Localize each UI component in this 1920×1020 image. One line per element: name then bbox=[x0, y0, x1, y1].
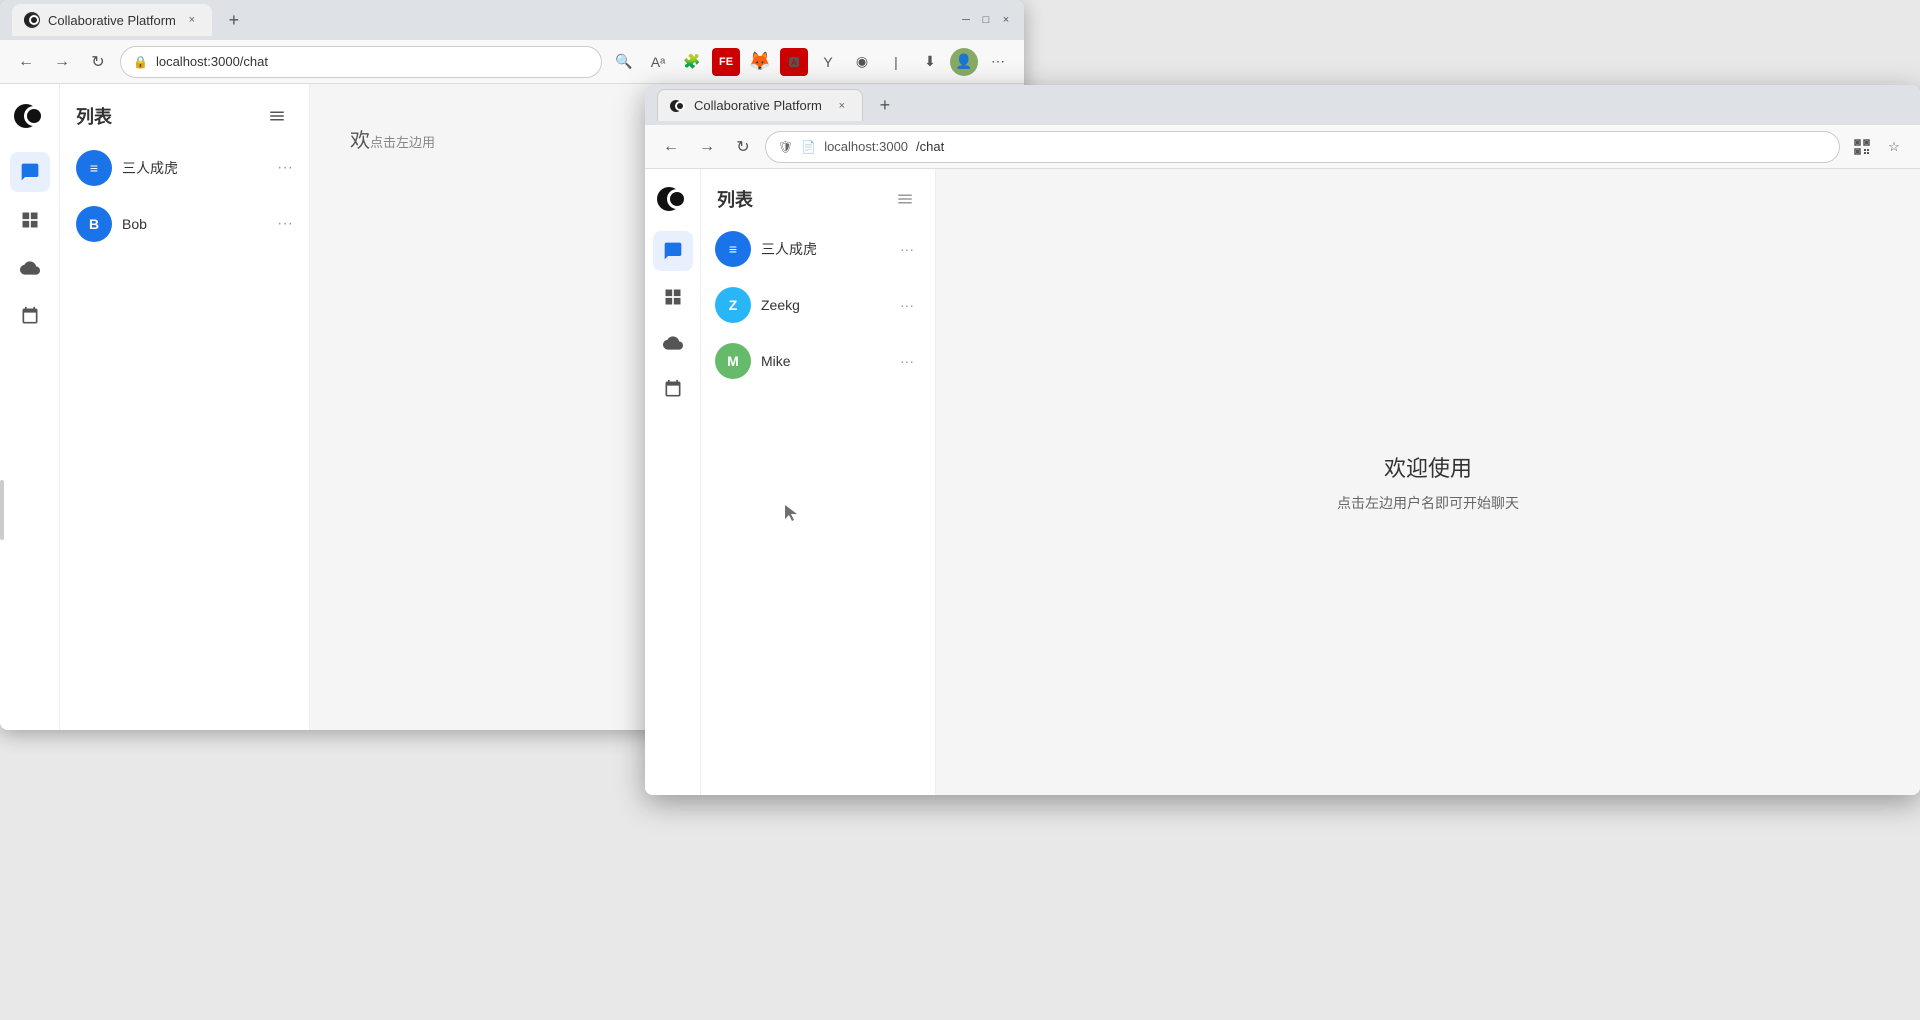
fg-sidebar-grid-button[interactable] bbox=[653, 277, 693, 317]
bg-minimize-button[interactable]: ─ bbox=[960, 14, 972, 26]
fg-list-header: 列表 bbox=[701, 169, 935, 221]
bg-tab-close-button[interactable]: × bbox=[184, 12, 200, 28]
fg-titlebar: Collaborative Platform × + bbox=[645, 85, 1920, 125]
fg-bookmark-icon[interactable]: ☆ bbox=[1880, 133, 1908, 161]
fg-avatar-sanren: ≡ bbox=[715, 231, 751, 267]
bg-tab-favicon bbox=[24, 12, 40, 28]
bg-forward-button[interactable]: → bbox=[48, 48, 76, 76]
bg-list-menu-button[interactable] bbox=[261, 100, 293, 132]
fg-forward-button[interactable]: → bbox=[693, 133, 721, 161]
bg-search-icon[interactable]: 🔍 bbox=[610, 48, 638, 76]
fg-app-wrapper: 列表 ≡ 三人成虎 ··· Z Zeekg ··· bbox=[645, 169, 1920, 795]
fg-welcome-title: 欢迎使用 bbox=[1384, 451, 1472, 483]
bg-name-bob: Bob bbox=[122, 216, 267, 232]
bg-more-bob[interactable]: ··· bbox=[277, 215, 293, 233]
bg-firefox-icon[interactable]: 🦊 bbox=[746, 48, 774, 76]
bg-new-tab-button[interactable]: + bbox=[220, 6, 248, 34]
fg-list-title: 列表 bbox=[717, 186, 753, 212]
fg-list-item-mike[interactable]: M Mike ··· bbox=[701, 333, 935, 389]
fg-back-button[interactable]: ← bbox=[657, 133, 685, 161]
bg-app-sidebar bbox=[0, 84, 60, 730]
fg-address-bar[interactable]: 🛡 📄 localhost:3000/chat bbox=[765, 131, 1840, 163]
fg-name-zeekg: Zeekg bbox=[761, 297, 883, 313]
bg-address-text: localhost:3000/chat bbox=[156, 54, 268, 69]
fg-app-content: 列表 ≡ 三人成虎 ··· Z Zeekg ··· bbox=[645, 169, 1920, 795]
bg-back-button[interactable]: ← bbox=[12, 48, 40, 76]
fg-new-tab-button[interactable]: + bbox=[871, 91, 899, 119]
bg-maximize-button[interactable]: □ bbox=[980, 14, 992, 26]
fg-main-area: 欢迎使用 点击左边用户名即可开始聊天 bbox=[936, 169, 1920, 795]
fg-qr-icon[interactable] bbox=[1848, 133, 1876, 161]
bg-subtitle-partial: 点击左边用 bbox=[370, 132, 435, 151]
bg-refresh-button[interactable]: ↻ bbox=[84, 48, 112, 76]
bg-more-button[interactable]: ⋯ bbox=[984, 48, 1012, 76]
bg-sidebar-chat-button[interactable] bbox=[10, 152, 50, 192]
bg-reader-icon[interactable]: Aᵃ bbox=[644, 48, 672, 76]
bg-profile-icon[interactable]: 👤 bbox=[950, 48, 978, 76]
bg-toolbar-icons: 🔍 Aᵃ 🧩 FE 🦊 🅰 Y ◉ | ⬇ 👤 ⋯ bbox=[610, 48, 1012, 76]
bg-list-title: 列表 bbox=[76, 103, 112, 129]
fg-welcome-subtitle: 点击左边用户名即可开始聊天 bbox=[1337, 493, 1519, 513]
fg-refresh-button[interactable]: ↻ bbox=[729, 133, 757, 161]
bg-download-icon[interactable]: ⬇ bbox=[916, 48, 944, 76]
bg-sidebar-cloud-button[interactable] bbox=[10, 248, 50, 288]
fg-toolbar-icons: ☆ bbox=[1848, 133, 1908, 161]
bg-app-logo bbox=[10, 96, 50, 136]
fg-more-mike[interactable]: ··· bbox=[893, 347, 921, 375]
fg-list-menu-button[interactable] bbox=[891, 185, 919, 213]
fg-browser-tab[interactable]: Collaborative Platform × bbox=[657, 89, 863, 121]
bg-list-panel: 列表 ≡ 三人成虎 ··· B Bob ··· bbox=[60, 84, 310, 730]
bg-sidebar-grid-button[interactable] bbox=[10, 200, 50, 240]
bg-sidebar-calendar-button[interactable] bbox=[10, 296, 50, 336]
fg-address-path: /chat bbox=[916, 139, 944, 154]
fg-name-mike: Mike bbox=[761, 353, 883, 369]
bg-more-sanren[interactable]: ··· bbox=[277, 159, 293, 177]
bg-lock-icon: 🔒 bbox=[133, 55, 148, 69]
fg-more-sanren[interactable]: ··· bbox=[893, 235, 921, 263]
fg-list-item-sanren[interactable]: ≡ 三人成虎 ··· bbox=[701, 221, 935, 277]
fg-sidebar bbox=[645, 169, 701, 795]
bg-window-controls: ─ □ × bbox=[960, 14, 1012, 26]
bg-avatar-bob: B bbox=[76, 206, 112, 242]
bg-navbar: ← → ↻ 🔒 localhost:3000/chat 🔍 Aᵃ 🧩 FE 🦊 … bbox=[0, 40, 1024, 84]
fg-more-zeekg[interactable]: ··· bbox=[893, 291, 921, 319]
left-scroll-indicator bbox=[0, 480, 4, 540]
bg-close-button[interactable]: × bbox=[1000, 14, 1012, 26]
fg-app-logo bbox=[653, 179, 693, 219]
bg-welcome-partial: 欢 bbox=[350, 124, 370, 153]
fg-sidebar-chat-button[interactable] bbox=[653, 231, 693, 271]
bg-extensions-icon[interactable]: 🧩 bbox=[678, 48, 706, 76]
fg-name-sanren: 三人成虎 bbox=[761, 239, 883, 259]
bg-list-header: 列表 bbox=[60, 84, 309, 140]
bg-tab-label: Collaborative Platform bbox=[48, 13, 176, 28]
bg-avatar-sanren: ≡ bbox=[76, 150, 112, 186]
bg-vpn-icon[interactable]: ◉ bbox=[848, 48, 876, 76]
fg-tab-close-button[interactable]: × bbox=[834, 98, 850, 114]
fg-list-item-zeekg[interactable]: Z Zeekg ··· bbox=[701, 277, 935, 333]
fg-list-panel: 列表 ≡ 三人成虎 ··· Z Zeekg ··· bbox=[701, 169, 936, 795]
bg-filter-icon[interactable]: Y bbox=[814, 48, 842, 76]
foreground-browser-window: Collaborative Platform × + ← → ↻ 🛡 📄 loc… bbox=[645, 85, 1920, 795]
fg-page-icon: 📄 bbox=[801, 140, 816, 154]
fg-address-host: localhost:3000 bbox=[824, 139, 908, 154]
bg-titlebar: Collaborative Platform × + ─ □ × bbox=[0, 0, 1024, 40]
bg-name-sanren: 三人成虎 bbox=[122, 158, 267, 178]
fg-avatar-mike: M bbox=[715, 343, 751, 379]
bg-ext2-icon[interactable]: 🅰 bbox=[780, 48, 808, 76]
bg-separator: | bbox=[882, 48, 910, 76]
fg-avatar-zeekg: Z bbox=[715, 287, 751, 323]
bg-list-item-bob[interactable]: B Bob ··· bbox=[60, 196, 309, 252]
fg-shield-icon: 🛡 bbox=[778, 140, 793, 154]
bg-address-bar[interactable]: 🔒 localhost:3000/chat bbox=[120, 46, 602, 78]
mouse-cursor bbox=[785, 505, 793, 517]
bg-list-item-sanren[interactable]: ≡ 三人成虎 ··· bbox=[60, 140, 309, 196]
fg-sidebar-calendar-button[interactable] bbox=[653, 369, 693, 409]
bg-browser-tab[interactable]: Collaborative Platform × bbox=[12, 4, 212, 36]
fg-tab-label: Collaborative Platform bbox=[694, 98, 822, 113]
bg-fe-icon[interactable]: FE bbox=[712, 48, 740, 76]
fg-sidebar-cloud-button[interactable] bbox=[653, 323, 693, 363]
fg-navbar: ← → ↻ 🛡 📄 localhost:3000/chat bbox=[645, 125, 1920, 169]
fg-tab-favicon bbox=[670, 98, 686, 114]
